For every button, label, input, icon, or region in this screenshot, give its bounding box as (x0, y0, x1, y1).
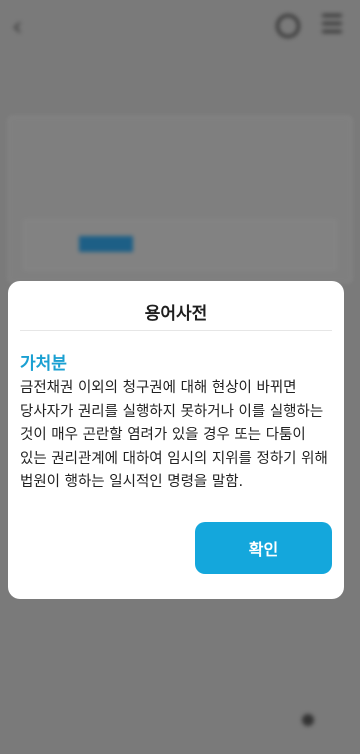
blurred-tag-row (24, 220, 336, 270)
bell-icon[interactable] (276, 14, 300, 38)
app-title-blurred (0, 16, 360, 31)
glossary-modal: 용어사전 가처분 금전채권 이외의 청구권에 대해 현상이 바뀌면 당사자가 권… (8, 281, 344, 599)
top-bar: ‹ (0, 0, 360, 52)
glossary-term: 가처분 (20, 354, 67, 374)
modal-title: 용어사전 (144, 304, 208, 324)
glossary-definition: 금전채권 이외의 청구권에 대해 현상이 바뀌면 당사자가 권리를 실행하지 못… (20, 380, 328, 490)
confirm-button[interactable]: 확인 (195, 522, 332, 574)
divider (20, 330, 332, 331)
blurred-tag (79, 236, 133, 252)
blurred-dot-icon (302, 714, 314, 726)
hamburger-menu-icon[interactable] (322, 14, 342, 34)
